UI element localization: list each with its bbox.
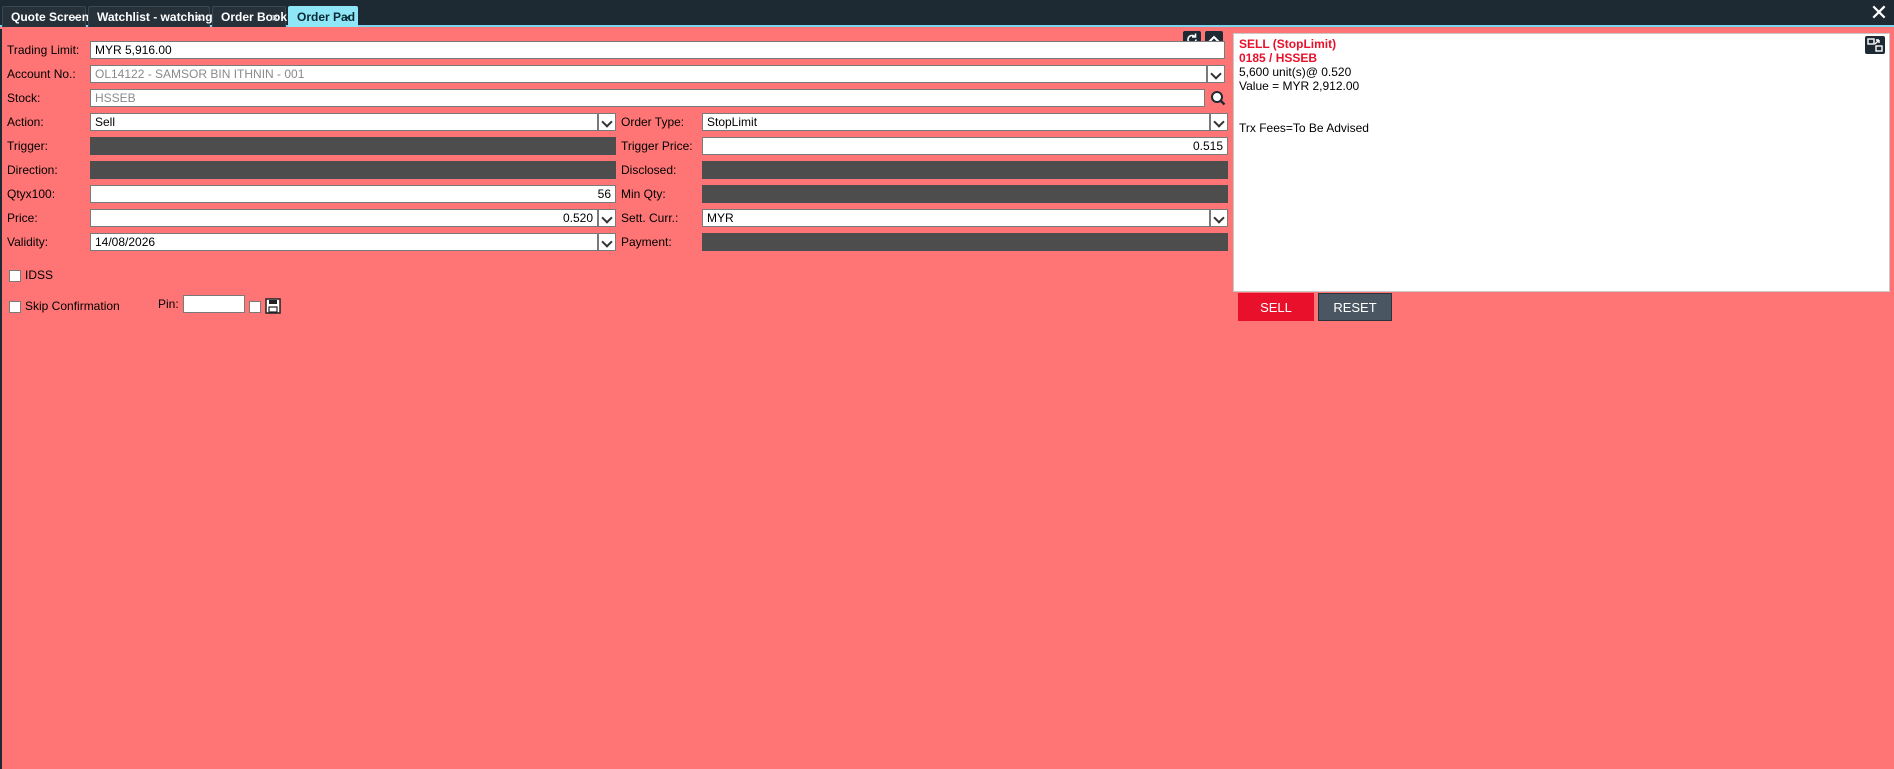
window-close-icon[interactable]: ✕ xyxy=(1868,2,1890,24)
stock-label: Stock: xyxy=(7,91,41,105)
account-label: Account No.: xyxy=(7,67,76,81)
summary-stock: 0185 / HSSEB xyxy=(1239,51,1318,65)
chevron-down-icon[interactable] xyxy=(598,209,616,227)
order-type-label: Order Type: xyxy=(621,115,685,129)
action-label: Action: xyxy=(7,115,44,129)
payment-field xyxy=(702,233,1228,251)
chevron-down-icon[interactable] xyxy=(598,233,616,251)
trigger-label: Trigger: xyxy=(7,139,48,153)
tab-quote-screen[interactable]: Quote Screen × xyxy=(2,6,89,28)
chevron-down-icon[interactable] xyxy=(598,113,616,131)
trigger-price-label: Trigger Price: xyxy=(621,139,693,153)
summary-order-type: SELL (StopLimit) xyxy=(1239,37,1337,51)
save-pin-checkbox[interactable] xyxy=(249,301,261,313)
save-icon[interactable] xyxy=(265,298,281,314)
order-type-select[interactable]: StopLimit xyxy=(702,113,1210,131)
qty-input[interactable]: 56 xyxy=(90,185,616,203)
skip-confirmation-label: Skip Confirmation xyxy=(25,299,120,313)
min-qty-field xyxy=(702,185,1228,203)
summary-value: Value = MYR 2,912.00 xyxy=(1239,79,1360,93)
summary-quantity: 5,600 unit(s)@ 0.520 xyxy=(1239,65,1352,79)
reset-button[interactable]: RESET xyxy=(1318,293,1392,321)
close-icon[interactable]: × xyxy=(195,7,203,28)
price-input[interactable]: 0.520 xyxy=(90,209,598,227)
close-icon[interactable]: × xyxy=(343,7,351,28)
expand-icon[interactable] xyxy=(1865,36,1885,54)
stock-input[interactable]: HSSEB xyxy=(90,89,1205,107)
chevron-down-icon[interactable] xyxy=(1207,65,1225,83)
chevron-down-icon[interactable] xyxy=(1210,209,1228,227)
summary-fees: Trx Fees=To Be Advised xyxy=(1239,121,1369,135)
idss-checkbox[interactable] xyxy=(9,270,21,282)
sett-curr-select[interactable]: MYR xyxy=(702,209,1210,227)
pin-label: Pin: xyxy=(158,297,179,311)
disclosed-field xyxy=(702,161,1228,179)
sett-curr-label: Sett. Curr.: xyxy=(621,211,679,225)
trigger-price-input[interactable]: 0.515 xyxy=(702,137,1228,155)
trigger-field xyxy=(90,137,616,155)
action-select[interactable]: Sell xyxy=(90,113,598,131)
tab-bar: Quote Screen × Watchlist - watching × Or… xyxy=(0,0,1894,27)
validity-label: Validity: xyxy=(7,235,49,249)
skip-confirmation-checkbox[interactable] xyxy=(9,301,21,313)
qty-label: Qtyx100: xyxy=(7,187,56,201)
direction-label: Direction: xyxy=(7,163,58,177)
order-summary-panel: SELL (StopLimit) 0185 / HSSEB 5,600 unit… xyxy=(1233,33,1890,292)
min-qty-label: Min Qty: xyxy=(621,187,666,201)
chevron-down-icon[interactable] xyxy=(1210,113,1228,131)
pin-input[interactable] xyxy=(183,295,245,313)
account-select[interactable]: OL14122 - SAMSOR BIN ITHNIN - 001 xyxy=(90,65,1207,83)
idss-label: IDSS xyxy=(25,268,54,282)
validity-select[interactable]: 14/08/2026 xyxy=(90,233,598,251)
trading-limit-field: MYR 5,916.00 xyxy=(90,41,1225,59)
tab-order-book[interactable]: Order Book × xyxy=(212,6,287,28)
payment-label: Payment: xyxy=(621,235,672,249)
trading-limit-label: Trading Limit: xyxy=(7,43,80,57)
tab-watchlist[interactable]: Watchlist - watching × xyxy=(88,6,213,28)
disclosed-label: Disclosed: xyxy=(621,163,677,177)
sell-button[interactable]: SELL xyxy=(1238,293,1314,321)
price-label: Price: xyxy=(7,211,38,225)
close-icon[interactable]: × xyxy=(271,7,279,28)
tab-order-pad[interactable]: Order Pad × xyxy=(288,6,358,27)
close-icon[interactable]: × xyxy=(71,7,79,28)
direction-field xyxy=(90,161,616,179)
order-pad-panel: Trading Limit: MYR 5,916.00 Account No.:… xyxy=(0,29,1894,769)
search-icon[interactable] xyxy=(1209,89,1227,107)
